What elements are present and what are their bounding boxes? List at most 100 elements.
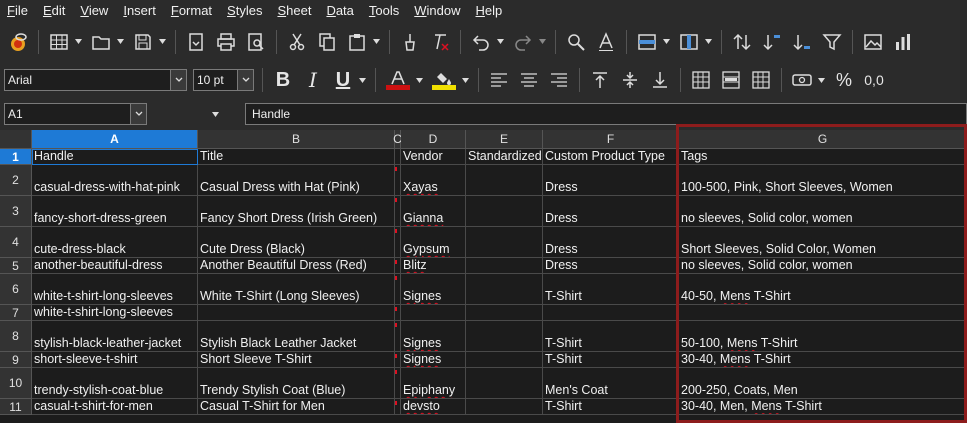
cell-d11[interactable]: devsto [401, 399, 466, 415]
underline-button[interactable]: U [331, 68, 355, 92]
print-preview-icon[interactable] [244, 30, 268, 54]
font-name-combobox[interactable]: Arial [4, 69, 187, 91]
column-header-a[interactable]: A [32, 130, 198, 149]
formula-input[interactable]: Handle [245, 103, 967, 125]
cell-b6[interactable]: White T-Shirt (Long Sleeves) [198, 274, 395, 305]
currency-format-icon[interactable] [790, 68, 814, 92]
align-top-icon[interactable] [588, 68, 612, 92]
cell-g9[interactable]: 30-40, Mens T-Shirt [679, 352, 967, 368]
decimal-format-button[interactable]: 0,0 [862, 68, 886, 92]
cell-f7[interactable] [543, 305, 679, 321]
currency-dropdown-icon[interactable] [817, 68, 825, 92]
cell-b5[interactable]: Another Beautiful Dress (Red) [198, 258, 395, 274]
row-header[interactable]: 8 [0, 321, 32, 352]
cell-d8[interactable]: Signes [401, 321, 466, 352]
cell-e8[interactable] [466, 321, 543, 352]
cell-e3[interactable] [466, 196, 543, 227]
row-header[interactable]: 3 [0, 196, 32, 227]
open-icon[interactable] [89, 30, 113, 54]
cell-e4[interactable] [466, 227, 543, 258]
cell-f3[interactable]: Dress [543, 196, 679, 227]
cell-b3[interactable]: Fancy Short Dress (Irish Green) [198, 196, 395, 227]
open-dropdown-icon[interactable] [116, 30, 124, 54]
chevron-down-icon[interactable] [170, 70, 186, 90]
sort-ascending-icon[interactable] [760, 30, 784, 54]
chevron-down-icon[interactable] [130, 104, 146, 124]
row-header[interactable]: 5 [0, 258, 32, 274]
font-color-dropdown-icon[interactable] [415, 68, 423, 92]
column-header-e[interactable]: E [466, 130, 543, 149]
cell-d3[interactable]: Gianna [401, 196, 466, 227]
paste-icon[interactable] [345, 30, 369, 54]
merge-center-icon[interactable] [719, 68, 743, 92]
cell-g2[interactable]: 100-500, Pink, Short Sleeves, Women [679, 165, 967, 196]
menu-styles[interactable]: Styles [220, 0, 270, 21]
cell-f11[interactable]: T-Shirt [543, 399, 679, 415]
find-replace-icon[interactable] [564, 30, 588, 54]
menu-help[interactable]: Help [469, 0, 511, 21]
cell-f5[interactable]: Dress [543, 258, 679, 274]
borders-icon[interactable] [749, 68, 773, 92]
cell-e1[interactable]: Standardized [466, 149, 543, 165]
align-right-icon[interactable] [547, 68, 571, 92]
row-header[interactable]: 10 [0, 368, 32, 399]
align-center-icon[interactable] [517, 68, 541, 92]
save-dropdown-icon[interactable] [158, 30, 166, 54]
cell-a8[interactable]: stylish-black-leather-jacket [32, 321, 198, 352]
cell-a1[interactable]: Handle [32, 149, 198, 165]
cell-a3[interactable]: fancy-short-dress-green [32, 196, 198, 227]
align-left-icon[interactable] [487, 68, 511, 92]
bold-button[interactable]: B [271, 68, 295, 92]
cell-e7[interactable] [466, 305, 543, 321]
column-header-f[interactable]: F [543, 130, 679, 149]
column-icon[interactable] [677, 30, 701, 54]
cell-e2[interactable] [466, 165, 543, 196]
font-color-button[interactable] [384, 68, 412, 92]
cell-g11[interactable]: 30-40, Men, Mens T-Shirt [679, 399, 967, 415]
cell-a5[interactable]: another-beautiful-dress [32, 258, 198, 274]
cell-f9[interactable]: T-Shirt [543, 352, 679, 368]
spelling-icon[interactable] [594, 30, 618, 54]
cell-d1[interactable]: Vendor [401, 149, 466, 165]
redo-dropdown-icon[interactable] [538, 30, 546, 54]
sort-icon[interactable] [730, 30, 754, 54]
cell-g8[interactable]: 50-100, Mens T-Shirt [679, 321, 967, 352]
new-dropdown-icon[interactable] [74, 30, 82, 54]
cell-g7[interactable] [679, 305, 967, 321]
cell-g4[interactable]: Short Sleeves, Solid Color, Women [679, 227, 967, 258]
cell-b1[interactable]: Title [198, 149, 395, 165]
cell-e11[interactable] [466, 399, 543, 415]
cell-b10[interactable]: Trendy Stylish Coat (Blue) [198, 368, 395, 399]
row-dropdown-icon[interactable] [662, 30, 670, 54]
wrap-text-icon[interactable] [689, 68, 713, 92]
cell-f4[interactable]: Dress [543, 227, 679, 258]
cell-g5[interactable]: no sleeves, Solid color, women [679, 258, 967, 274]
highlight-dropdown-icon[interactable] [461, 68, 469, 92]
chevron-down-icon[interactable] [237, 70, 253, 90]
menu-format[interactable]: Format [164, 0, 220, 21]
print-icon[interactable] [214, 30, 238, 54]
center-vertically-icon[interactable] [618, 68, 642, 92]
cell-d6[interactable]: Signes [401, 274, 466, 305]
function-dropdown-icon[interactable] [211, 102, 219, 126]
cell-b4[interactable]: Cute Dress (Black) [198, 227, 395, 258]
name-box[interactable]: A1 [4, 103, 147, 125]
cell-f8[interactable]: T-Shirt [543, 321, 679, 352]
menu-view[interactable]: View [73, 0, 116, 21]
row-header[interactable]: 4 [0, 227, 32, 258]
export-pdf-icon[interactable] [184, 30, 208, 54]
row-header[interactable]: 6 [0, 274, 32, 305]
clone-formatting-icon[interactable] [398, 30, 422, 54]
paste-dropdown-icon[interactable] [372, 30, 380, 54]
cell-f1[interactable]: Custom Product Type [543, 149, 679, 165]
column-header-g[interactable]: G [679, 130, 967, 149]
align-bottom-icon[interactable] [648, 68, 672, 92]
cell-a7[interactable]: white-t-shirt-long-sleeves [32, 305, 198, 321]
cell-b11[interactable]: Casual T-Shirt for Men [198, 399, 395, 415]
cell-g1[interactable]: Tags [679, 149, 967, 165]
cell-d9[interactable]: Signes [401, 352, 466, 368]
menu-edit[interactable]: Edit [36, 0, 73, 21]
cut-icon[interactable] [285, 30, 309, 54]
new-icon[interactable] [47, 30, 71, 54]
undo-dropdown-icon[interactable] [496, 30, 504, 54]
